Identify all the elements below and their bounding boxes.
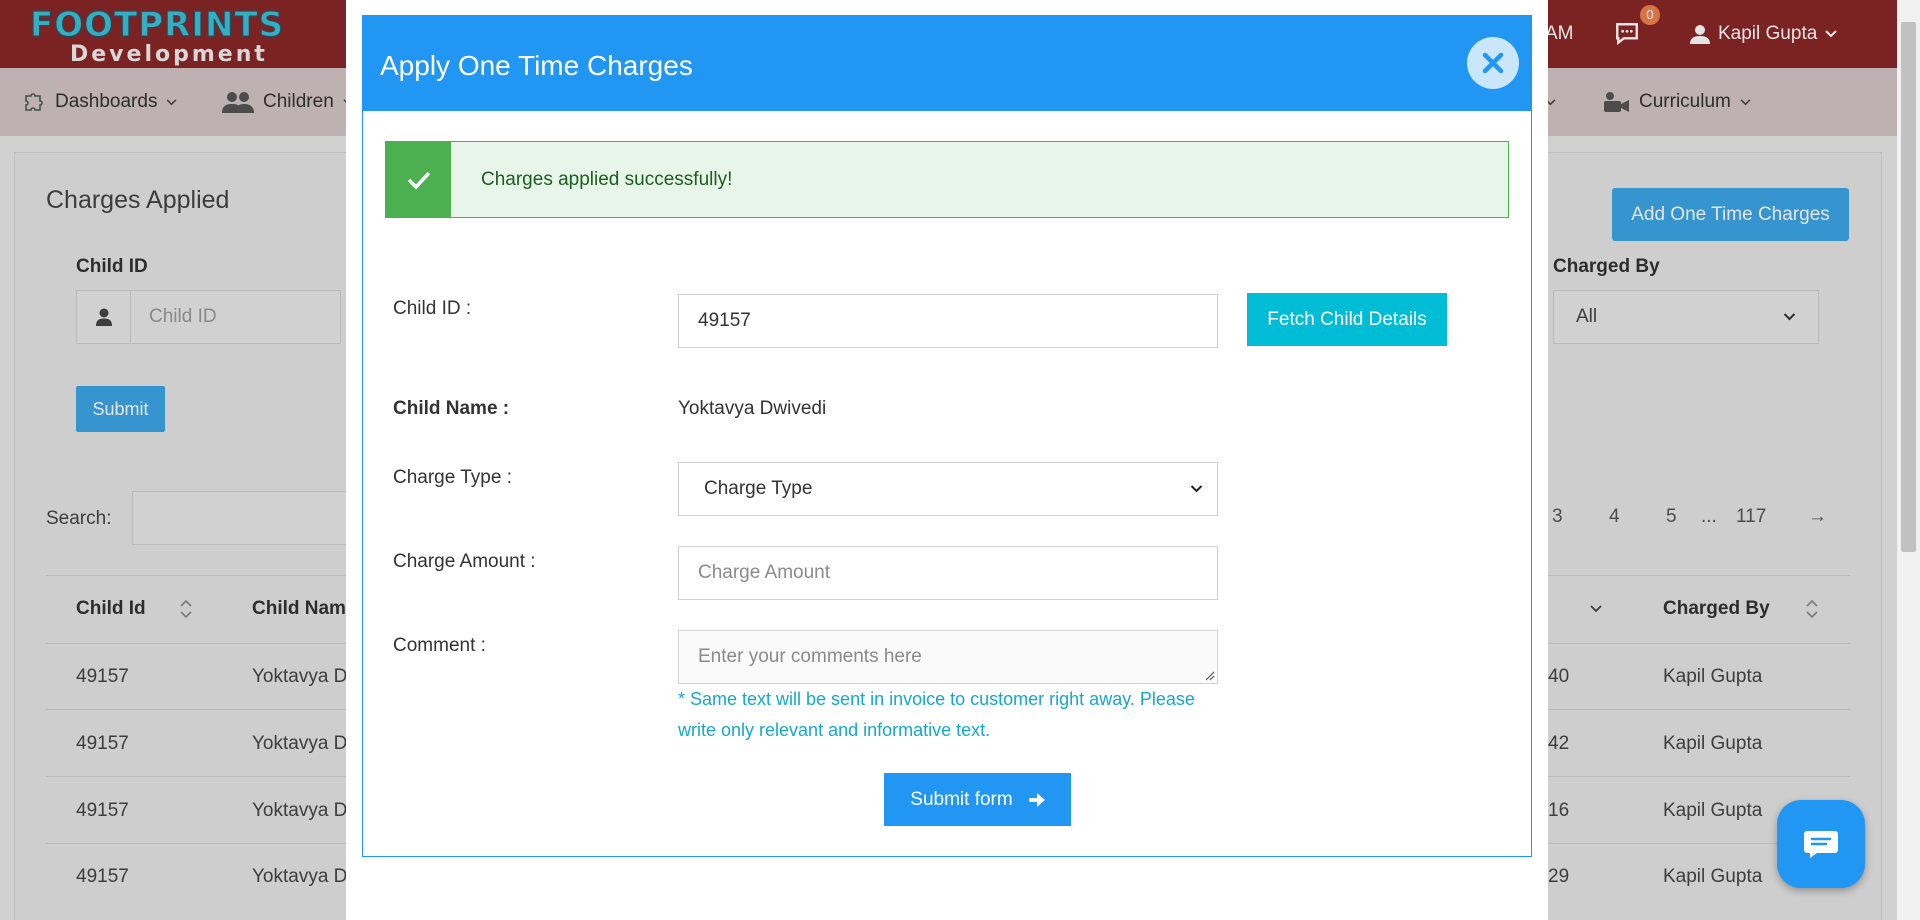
page-scrollbar[interactable] (1897, 0, 1920, 920)
charge-type-label: Charge Type : (393, 467, 513, 488)
modal-header: Apply One Time Charges (362, 15, 1532, 111)
chat-bubble-icon (1804, 831, 1838, 858)
comment-label: Comment : (393, 635, 486, 656)
submit-form-button[interactable]: Submit form (884, 773, 1071, 826)
modal-title: Apply One Time Charges (380, 50, 693, 81)
comment-field[interactable]: Enter your comments here (678, 630, 1218, 684)
modal-close-button[interactable] (1467, 37, 1519, 89)
charge-type-selected: Charge Type (704, 478, 813, 499)
comment-note: * Same text will be sent in invoice to c… (678, 684, 1238, 746)
child-id-field[interactable]: 49157 (678, 294, 1218, 348)
resize-handle-icon[interactable] (1205, 671, 1215, 681)
check-icon (386, 142, 451, 217)
scrollbar-thumb[interactable] (1901, 22, 1916, 552)
modal-body: Charges applied successfully! Child ID :… (362, 111, 1532, 857)
close-icon (1482, 52, 1504, 74)
child-name-value: Yoktavya Dwivedi (678, 398, 827, 419)
chevron-down-icon (1190, 485, 1203, 493)
charge-amount-label: Charge Amount : (393, 551, 536, 572)
comment-note-line2: write only relevant and informative text… (678, 720, 991, 740)
charge-type-select[interactable]: Charge Type (678, 462, 1218, 516)
fetch-child-details-button[interactable]: Fetch Child Details (1247, 293, 1447, 346)
submit-form-label: Submit form (910, 788, 1013, 810)
child-id-label: Child ID : (393, 298, 472, 319)
chat-widget-button[interactable] (1777, 800, 1865, 888)
comment-note-line1: * Same text will be sent in invoice to c… (678, 689, 1195, 709)
apply-charges-modal: Apply One Time Charges Charges applied s… (346, 0, 1548, 920)
charge-amount-field[interactable]: Charge Amount (678, 546, 1218, 600)
child-name-label: Child Name : (393, 398, 510, 419)
comment-placeholder: Enter your comments here (698, 646, 922, 667)
arrow-right-icon (1028, 792, 1045, 807)
success-message: Charges applied successfully! (481, 168, 733, 190)
success-alert: Charges applied successfully! (385, 141, 1509, 218)
